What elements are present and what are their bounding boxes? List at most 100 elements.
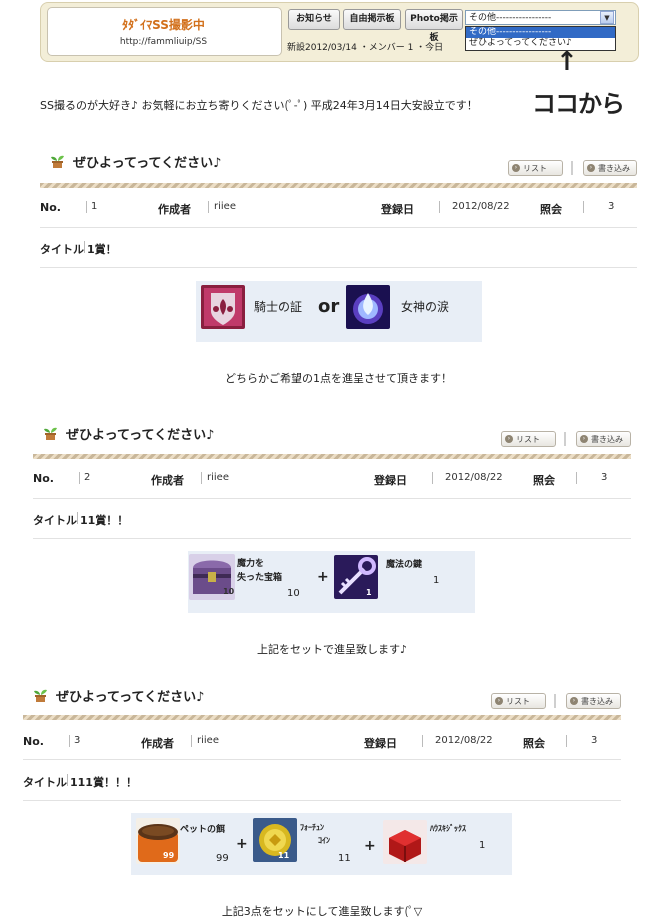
board-select[interactable]: その他----------------- [465,10,616,25]
annotation-arrow: ↑ [556,47,578,77]
stripe-divider [33,454,631,459]
board-dropdown[interactable]: その他----------------- ぜひよってってください♪ [465,26,616,51]
post-views: 3 [608,201,615,212]
author-label: 作成者 [141,737,174,750]
post-views: 3 [601,472,608,483]
chevron-down-icon[interactable]: ▼ [600,11,614,24]
views-label: 照会 [523,737,545,750]
no-label: No. [33,472,54,485]
divider [554,694,556,708]
post-author[interactable]: riiee [197,735,219,746]
list-button[interactable]: › リスト [508,160,563,176]
divider [77,512,78,524]
plus-sign: + [317,569,329,585]
divider [432,472,433,484]
divider [439,201,440,213]
views-label: 照会 [533,474,555,487]
post-caption: どちらかご希望の1点を進呈させて頂きます！ [225,372,452,385]
author-label: 作成者 [151,474,184,487]
divider [564,432,566,446]
knight-emblem-icon [201,285,245,329]
write-button[interactable]: › 書き込み [566,693,621,709]
item-quantity: 10 [287,588,300,599]
item-quantity: 1 [433,575,440,586]
item-quantity: 1 [479,840,486,851]
dropdown-option-zehi[interactable]: ぜひよってってください♪ [466,38,615,49]
dropdown-option-other[interactable]: その他----------------- [466,27,615,38]
photo-board-button[interactable]: Photo掲示板 [405,9,463,43]
club-intro: SS撮るのが大好き♪ お気軽にお立ち寄りください(ﾟ-ﾟ) 平成24年3月14日… [40,99,478,112]
row-divider [33,538,631,539]
post-author[interactable]: riiee [207,472,229,483]
date-label: 登録日 [381,203,414,216]
club-title[interactable]: ﾀﾀﾞｲﾏSS撮影中 [47,16,280,33]
divider [576,472,577,484]
list-label: リスト [523,164,547,173]
no-label: No. [23,735,44,748]
row-divider [40,267,637,268]
post-date: 2012/08/22 [435,735,493,746]
arrow-icon: › [580,435,588,443]
divider [67,774,68,786]
free-board-button[interactable]: 自由掲示板 [343,9,401,30]
sprout-icon [51,155,64,168]
annotation-text: ココから [532,90,625,118]
post-heading: ぜひよってってください♪ [56,690,205,705]
write-label: 書き込み [581,697,613,706]
item-name: ﾊｳｽｷｼﾞｯｸｽ [430,824,466,833]
post-author[interactable]: riiee [214,201,236,212]
row-divider [33,498,631,499]
title-label: タイトル [33,514,77,527]
item-name: ペットの餌 [180,825,226,835]
item-count-badge: 11 [278,851,290,860]
title-label: タイトル [23,776,67,789]
post-no: 2 [84,472,91,483]
item-name: 魔力を [237,559,265,569]
write-label: 書き込み [598,164,630,173]
divider [583,201,584,213]
sprout-icon [44,427,57,440]
divider [208,201,209,213]
arrow-icon: › [495,697,503,705]
arrow-icon: › [512,164,520,172]
post-heading: ぜひよってってください♪ [73,156,222,171]
house-kit-icon [383,820,427,864]
item-name: 騎士の証 [254,300,303,314]
news-button[interactable]: お知らせ [288,9,340,30]
arrow-icon: › [570,697,578,705]
stripe-divider [40,183,637,188]
post-caption: 上記3点をセットにして進呈致します(ﾟ▽ [221,905,423,918]
arrow-icon: › [587,164,595,172]
post-no: 1 [91,201,98,212]
divider [201,472,202,484]
post-no: 3 [74,735,81,746]
divider [191,735,192,747]
divider [571,161,573,175]
stripe-divider [23,715,621,720]
list-label: リスト [516,435,540,444]
divider [566,735,567,747]
list-button[interactable]: › リスト [501,431,556,447]
or-text: or [318,296,340,317]
list-label: リスト [506,697,530,706]
date-label: 登録日 [364,737,397,750]
post-views: 3 [591,735,598,746]
list-button[interactable]: › リスト [491,693,546,709]
plus-sign: + [364,838,376,854]
item-name: 魔法の鍵 [386,560,423,570]
item-name: ｺｲﾝ [318,836,330,845]
write-label: 書き込み [591,435,623,444]
item-count-badge: 99 [163,851,175,860]
divider [84,241,85,253]
club-url[interactable]: http://fammliuip/SS [47,37,280,47]
divider [86,201,87,213]
title-label: タイトル [40,243,84,256]
write-button[interactable]: › 書き込み [576,431,631,447]
divider [422,735,423,747]
sprout-icon [34,689,47,702]
write-button[interactable]: › 書き込み [583,160,637,176]
post-title-value: 111賞！！！ [70,776,137,789]
item-quantity: 11 [338,853,351,864]
post-date: 2012/08/22 [452,201,510,212]
row-divider [40,227,637,228]
